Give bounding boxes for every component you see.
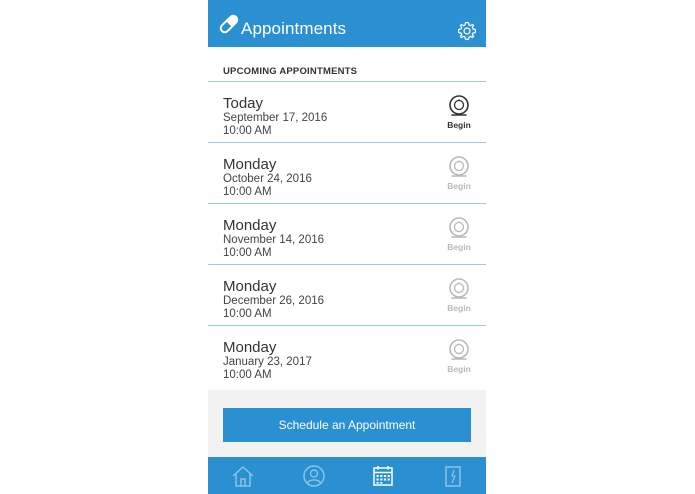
tab-home[interactable]	[230, 464, 256, 488]
appointment-time: 10:00 AM	[223, 247, 272, 259]
begin-label: Begin	[447, 364, 471, 374]
appointment-item[interactable]: Monday October 24, 2016 10:00 AM Begin	[208, 143, 486, 204]
page-title: Appointments	[241, 19, 347, 38]
tab-records[interactable]	[440, 464, 466, 488]
appointment-date: December 26, 2016	[223, 295, 325, 307]
begin-label: Begin	[447, 181, 471, 191]
begin-button[interactable]: Begin	[440, 156, 478, 192]
bottom-tab-bar	[208, 457, 486, 494]
home-icon	[232, 466, 254, 487]
appointment-date: September 17, 2016	[223, 112, 328, 124]
appointments-list-panel: UPCOMING APPOINTMENTS Today September 17…	[208, 47, 486, 390]
appointment-time: 10:00 AM	[223, 308, 272, 320]
tab-appointments[interactable]	[370, 464, 396, 488]
appointment-day: Monday	[223, 156, 277, 173]
begin-button[interactable]: Begin	[440, 339, 478, 375]
webcam-icon	[449, 156, 469, 177]
appointment-item[interactable]: Today September 17, 2016 10:00 AM Begin	[208, 82, 486, 143]
webcam-icon	[449, 339, 469, 360]
begin-button[interactable]: Begin	[440, 95, 478, 131]
appointment-time: 10:00 AM	[223, 125, 272, 137]
begin-button[interactable]: Begin	[440, 217, 478, 253]
begin-button[interactable]: Begin	[440, 278, 478, 314]
appointment-date: October 24, 2016	[223, 173, 312, 185]
appointment-item[interactable]: Monday January 23, 2017 10:00 AM Begin	[208, 326, 486, 387]
calendar-icon	[373, 466, 393, 486]
begin-label: Begin	[447, 242, 471, 252]
appointment-day: Monday	[223, 339, 277, 356]
appointment-day: Monday	[223, 217, 277, 234]
begin-label: Begin	[447, 303, 471, 313]
appointment-day: Monday	[223, 278, 277, 295]
document-icon	[445, 466, 461, 487]
appointment-time: 10:00 AM	[223, 186, 272, 198]
gear-icon[interactable]	[457, 21, 477, 41]
webcam-icon	[449, 278, 469, 299]
user-icon	[303, 465, 325, 487]
begin-label: Begin	[447, 120, 471, 130]
webcam-icon	[449, 217, 469, 238]
appointment-item[interactable]: Monday November 14, 2016 10:00 AM Begin	[208, 204, 486, 265]
appointment-date: November 14, 2016	[223, 234, 325, 246]
app-header: Appointments	[208, 0, 486, 47]
pill-icon	[219, 14, 239, 34]
section-title: UPCOMING APPOINTMENTS	[223, 66, 358, 77]
phone-screen: Appointments UPCOMING APPOINTMENTS Today…	[208, 0, 486, 494]
appointment-item[interactable]: Monday December 26, 2016 10:00 AM Begin	[208, 265, 486, 326]
appointment-time: 10:00 AM	[223, 369, 272, 381]
appointment-day: Today	[223, 95, 264, 112]
schedule-appointment-button[interactable]: Schedule an Appointment	[223, 408, 471, 442]
appointment-date: January 23, 2017	[223, 356, 312, 368]
webcam-icon	[449, 95, 469, 116]
tab-profile[interactable]	[301, 464, 327, 488]
